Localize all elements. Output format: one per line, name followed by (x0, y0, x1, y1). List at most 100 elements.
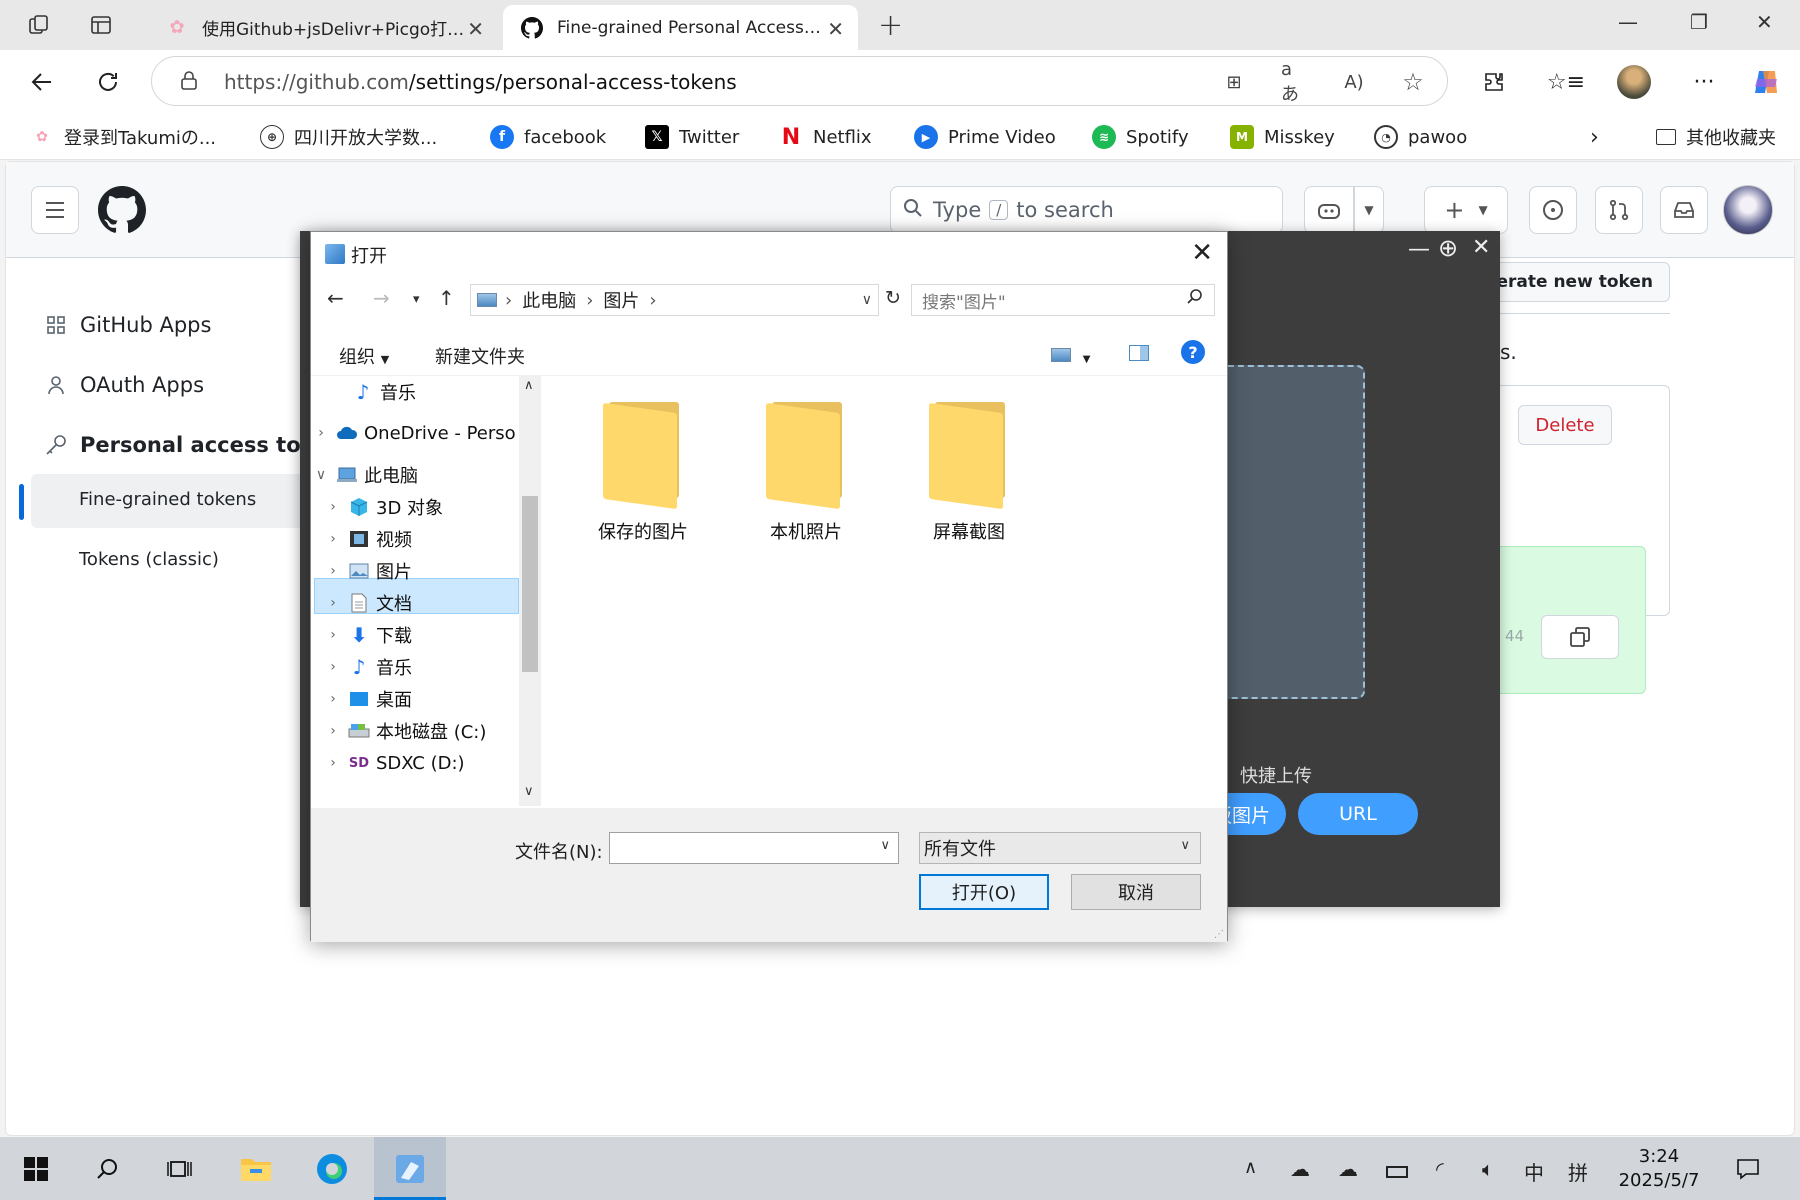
resize-grip-icon[interactable]: ⋰ (1214, 929, 1224, 940)
start-icon[interactable] (16, 1149, 56, 1189)
file-explorer-icon[interactable] (236, 1149, 276, 1189)
picgo-close-icon[interactable]: ✕ (1472, 235, 1490, 260)
battery-icon[interactable] (1386, 1159, 1408, 1183)
github-search-input[interactable]: Type / to search (890, 186, 1283, 234)
tree-item-3d-objects[interactable]: › 3D 对象 (324, 490, 443, 524)
tree-scroll-thumb[interactable] (522, 496, 538, 672)
bookmark-prime-video[interactable]: ▶ Prime Video (914, 123, 1056, 151)
scroll-down-icon[interactable]: ∨ (524, 784, 534, 799)
chevron-down-icon[interactable]: ∨ (312, 467, 330, 483)
breadcrumb-pictures[interactable]: 图片 (603, 287, 639, 313)
site-info-icon[interactable] (178, 70, 200, 96)
tab-github-tokens[interactable]: Fine-grained Personal Access Tok ✕ (503, 5, 858, 50)
copilot-dropdown-icon[interactable]: ▼ (1354, 186, 1384, 234)
tree-item-sdxc-d[interactable]: › SD SDXC (D:) (324, 746, 464, 780)
issues-icon[interactable] (1529, 186, 1577, 234)
tree-scrollbar[interactable]: ∧ ∨ (519, 376, 541, 806)
tree-item-downloads[interactable]: › ⬇ 下载 (324, 618, 412, 652)
open-button[interactable]: 打开(O) (919, 874, 1049, 910)
breadcrumb-this-pc[interactable]: 此电脑 (522, 287, 576, 313)
chevron-right-icon[interactable]: › (324, 755, 342, 771)
window-close-icon[interactable]: ✕ (1756, 10, 1773, 34)
tree-item-music-top[interactable]: ♪ 音乐 (322, 376, 416, 409)
close-tab-icon[interactable]: ✕ (827, 17, 844, 41)
sidebar-item-github-apps[interactable]: GitHub Apps (44, 305, 211, 345)
tree-item-music[interactable]: › ♪ 音乐 (324, 650, 412, 684)
chevron-right-icon[interactable]: › (324, 499, 342, 515)
picgo-minimize-icon[interactable]: — (1408, 237, 1430, 262)
chevron-right-icon[interactable]: › (324, 659, 342, 675)
tree-item-pictures[interactable]: › 图片 (324, 554, 412, 588)
tab-picgo-article[interactable]: ✿ 使用Github+jsDelivr+Picgo打造免 ✕ (148, 5, 498, 50)
github-logo-icon[interactable] (98, 186, 147, 238)
search-icon[interactable] (88, 1149, 128, 1189)
organize-menu[interactable]: 组织 ▼ (339, 343, 389, 369)
copy-token-button[interactable] (1541, 615, 1619, 659)
workspaces-icon[interactable] (24, 10, 54, 40)
tab-actions-icon[interactable] (86, 10, 116, 40)
bookmark-takumi[interactable]: ✿ 登录到Takumiの... (30, 123, 216, 151)
chevron-right-icon[interactable]: › (324, 563, 342, 579)
tree-item-this-pc[interactable]: ∨ 此电脑 (312, 458, 418, 492)
folder-item[interactable]: 保存的图片 (578, 398, 708, 544)
minimize-icon[interactable]: — (1618, 10, 1638, 34)
other-bookmarks[interactable]: 其他收藏夹 (1656, 123, 1776, 151)
back-arrow-icon[interactable]: ← (327, 286, 344, 310)
recent-locations-icon[interactable]: ▾ (413, 292, 420, 307)
ime-mode[interactable]: 中 (1524, 1157, 1544, 1186)
pull-requests-icon[interactable] (1595, 186, 1643, 234)
bookmark-netflix[interactable]: N Netflix (779, 123, 872, 151)
bookmark-facebook[interactable]: f facebook (490, 123, 606, 151)
more-menu-icon[interactable]: ··· (1686, 64, 1722, 100)
breadcrumb-dropdown-icon[interactable]: ∨ (862, 292, 872, 308)
new-folder-button[interactable]: 新建文件夹 (435, 343, 525, 369)
tree-item-onedrive[interactable]: › OneDrive - Perso (312, 416, 515, 450)
profile-avatar[interactable] (1616, 64, 1652, 100)
filetype-select[interactable]: 所有文件 ∨ (919, 832, 1201, 864)
view-options-icon[interactable]: ▼ (1051, 346, 1090, 367)
address-bar[interactable]: https://github.com/settings/personal-acc… (151, 56, 1448, 106)
clock[interactable]: 3:24 2025/5/7 (1614, 1145, 1704, 1193)
copilot-button[interactable] (1304, 186, 1354, 234)
filename-dropdown-icon[interactable]: ∨ (880, 838, 890, 853)
back-icon[interactable] (24, 64, 60, 100)
chevron-right-icon[interactable]: › (324, 691, 342, 707)
extensions-icon[interactable] (1476, 64, 1512, 100)
notifications-icon[interactable] (1728, 1149, 1768, 1189)
up-arrow-icon[interactable]: ↑ (438, 286, 455, 310)
dialog-search-input[interactable]: 搜索"图片" (911, 284, 1215, 316)
preview-pane-icon[interactable] (1129, 345, 1149, 366)
picgo-pin-icon[interactable]: ⊕ (1438, 234, 1458, 262)
dialog-refresh-icon[interactable]: ↻ (885, 287, 901, 309)
sidebar-item-oauth-apps[interactable]: OAuth Apps (44, 365, 204, 405)
bookmark-pawoo[interactable]: ◔ pawoo (1374, 123, 1467, 151)
favorite-star-icon[interactable]: ☆ (1400, 68, 1426, 96)
folder-item[interactable]: 本机照片 (741, 398, 871, 544)
user-avatar[interactable] (1723, 185, 1773, 235)
tree-item-videos[interactable]: › 视频 (324, 522, 412, 556)
wifi-icon[interactable]: ◜ (1436, 1157, 1444, 1181)
bookmark-misskey[interactable]: M Misskey (1230, 123, 1335, 151)
edge-icon[interactable] (312, 1149, 352, 1189)
new-tab-button[interactable]: + (878, 8, 903, 43)
bookmark-twitter[interactable]: 𝕏 Twitter (645, 123, 739, 151)
hamburger-menu-icon[interactable] (31, 186, 79, 234)
copilot-icon[interactable] (1748, 64, 1784, 100)
chevron-right-icon[interactable]: › (324, 595, 342, 611)
favorites-icon[interactable]: ☆≡ (1547, 64, 1585, 100)
delete-token-button[interactable]: Delete (1518, 405, 1612, 445)
tree-item-documents[interactable]: › 文档 (324, 586, 412, 620)
refresh-icon[interactable] (90, 64, 126, 100)
task-view-icon[interactable] (160, 1149, 200, 1189)
tree-item-local-disk-c[interactable]: › 本地磁盘 (C:) (324, 714, 486, 748)
onedrive-offline-icon[interactable]: ☁ (1290, 1157, 1310, 1181)
inbox-icon[interactable] (1660, 186, 1708, 234)
chevron-right-icon[interactable]: › (324, 531, 342, 547)
chevron-right-icon[interactable]: › (324, 627, 342, 643)
url-upload-button[interactable]: URL (1298, 793, 1418, 835)
help-icon[interactable]: ? (1181, 340, 1205, 364)
dialog-close-icon[interactable]: ✕ (1191, 238, 1213, 268)
filename-input[interactable]: ∨ (609, 832, 899, 864)
chevron-right-icon[interactable]: › (312, 425, 330, 441)
breadcrumb[interactable]: › 此电脑 › 图片 › ∨ (470, 284, 879, 316)
